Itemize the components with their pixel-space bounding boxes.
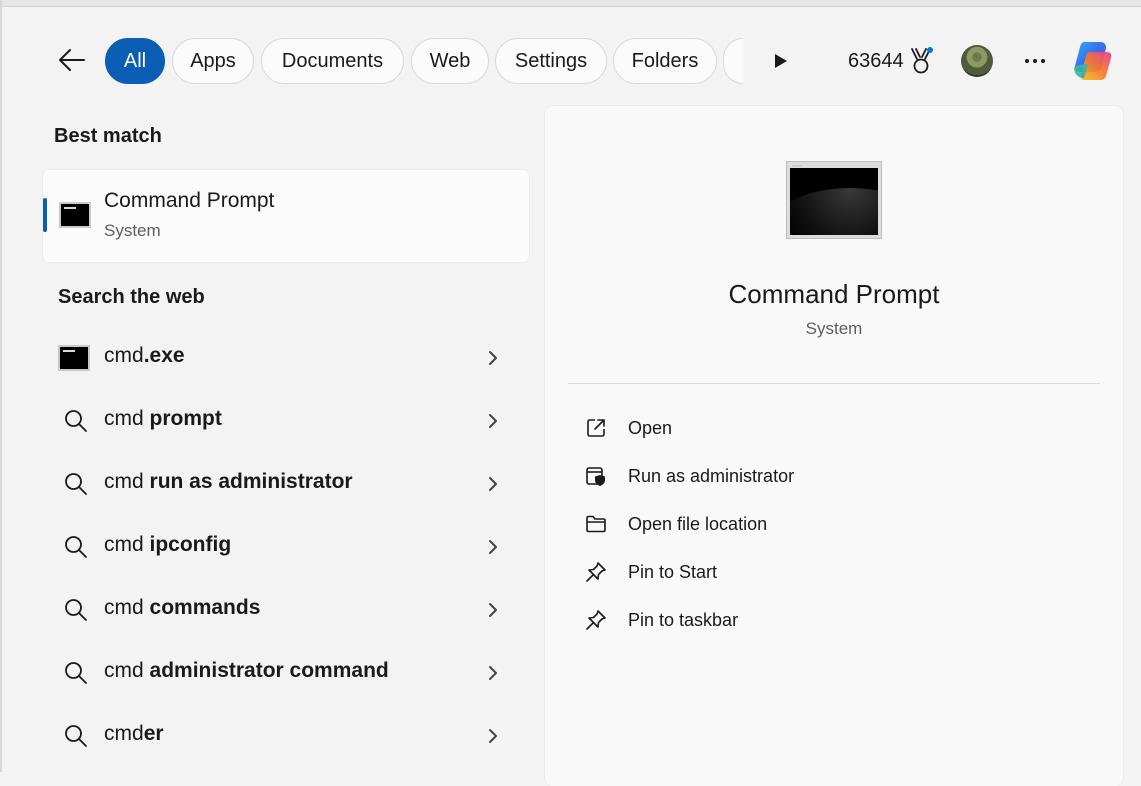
search-the-web-heading: Search the web [58, 286, 205, 308]
web-result-item[interactable]: cmd prompt [43, 391, 529, 451]
action-run-as-administrator[interactable]: Run as administrator [581, 456, 1061, 496]
detail-title: Command Prompt [728, 279, 940, 309]
filter-more-truncated[interactable] [723, 38, 743, 84]
divider [568, 383, 1100, 384]
web-result-item[interactable]: cmd ipconfig [43, 517, 529, 577]
chevron-right-icon [489, 414, 497, 428]
web-result-label: cmd run as administrator [104, 470, 353, 493]
window-left-edge [0, 0, 2, 772]
command-prompt-large-icon [786, 161, 882, 239]
back-button[interactable] [52, 40, 92, 80]
action-label: Pin to Start [628, 562, 718, 582]
action-open-file-location[interactable]: Open file location [581, 504, 1061, 544]
command-prompt-icon [59, 202, 91, 228]
web-result-item[interactable]: cmder [43, 706, 529, 766]
more-options-button[interactable] [1022, 46, 1048, 76]
play-icon [775, 54, 787, 68]
best-match-card[interactable]: Command Prompt System [43, 170, 529, 262]
chevron-right-icon [489, 351, 497, 365]
rewards-points[interactable]: 63644 [848, 50, 904, 73]
action-label: Run as administrator [628, 466, 795, 486]
filter-documents[interactable]: Documents [261, 38, 404, 84]
best-match-heading: Best match [54, 125, 162, 147]
action-label: Open file location [628, 514, 768, 534]
open-external-icon [587, 419, 605, 437]
shield-window-icon [586, 467, 605, 486]
web-result-label: cmd administrator command [104, 659, 389, 682]
search-icon [65, 473, 87, 495]
action-label: Pin to taskbar [628, 610, 739, 630]
search-icon [65, 725, 87, 747]
action-pin-to-taskbar[interactable]: Pin to taskbar [581, 600, 1061, 640]
filter-all[interactable]: All [105, 38, 165, 84]
action-open[interactable]: Open [581, 408, 1061, 448]
folder-icon [586, 515, 606, 533]
detail-subtitle: System [805, 319, 863, 338]
console-screen [790, 168, 878, 235]
filter-settings[interactable]: Settings [495, 38, 607, 84]
web-result-label: cmd prompt [104, 407, 222, 430]
window-top-edge [0, 0, 1141, 7]
scroll-filters-button[interactable] [768, 48, 794, 74]
best-match-subtitle: System [104, 221, 161, 240]
pin-icon [586, 562, 606, 582]
filter-web[interactable]: Web [411, 38, 489, 84]
filter-apps[interactable]: Apps [172, 38, 254, 84]
web-result-label: cmd ipconfig [104, 533, 232, 556]
web-result-item[interactable]: cmd commands [43, 580, 529, 640]
web-result-item[interactable]: cmd.exe [43, 328, 529, 388]
search-icon [65, 410, 87, 432]
detail-panel: Command Prompt System Open Run as admini… [545, 106, 1123, 786]
filter-folders[interactable]: Folders [613, 38, 717, 84]
chevron-right-icon [489, 540, 497, 554]
best-match-title: Command Prompt [104, 189, 275, 212]
back-arrow-icon [59, 49, 85, 71]
search-icon [65, 599, 87, 621]
chevron-right-icon [489, 666, 497, 680]
chevron-right-icon [489, 603, 497, 617]
action-label: Open [628, 418, 673, 438]
web-result-label: cmd commands [104, 596, 261, 619]
search-icon [65, 662, 87, 684]
web-result-item[interactable]: cmd administrator command [43, 643, 529, 703]
pin-icon [586, 610, 606, 630]
command-prompt-icon [58, 345, 90, 371]
selection-indicator [43, 198, 47, 232]
web-result-item[interactable]: cmd run as administrator [43, 454, 529, 514]
console-prompt [792, 165, 802, 167]
action-pin-to-start[interactable]: Pin to Start [581, 552, 1061, 592]
more-icon [1025, 59, 1045, 63]
search-icon [65, 536, 87, 558]
chevron-right-icon [489, 729, 497, 743]
chevron-right-icon [489, 477, 497, 491]
copilot-icon[interactable] [1070, 38, 1116, 84]
avatar[interactable] [961, 45, 993, 77]
rewards-medal-icon[interactable] [908, 47, 934, 75]
web-result-label: cmder [104, 722, 164, 745]
web-result-label: cmd.exe [104, 344, 185, 367]
